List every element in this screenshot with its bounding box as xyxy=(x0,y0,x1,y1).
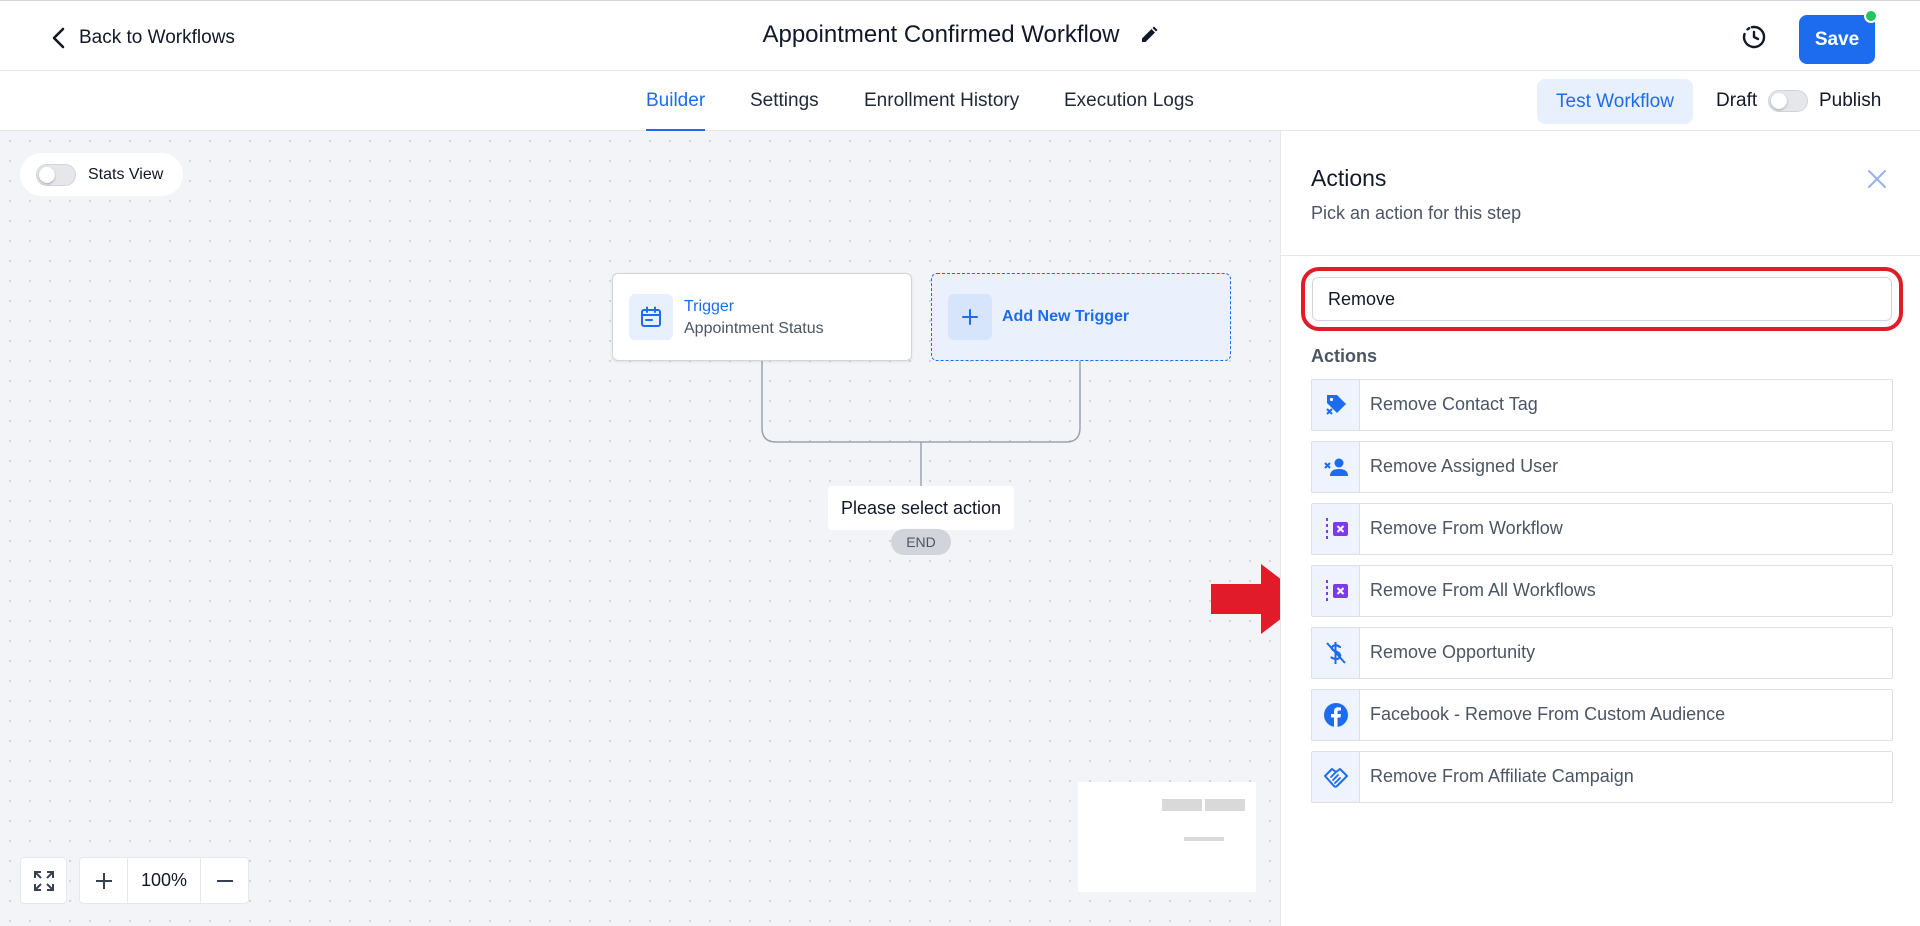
select-action-placeholder[interactable]: Please select action xyxy=(828,486,1014,530)
workflow-title-container: Appointment Confirmed Workflow xyxy=(0,21,1920,49)
actions-section-label: Actions xyxy=(1311,346,1378,366)
action-list: Remove Contact Tag Remove Assigned User xyxy=(1311,379,1893,813)
action-remove-opportunity[interactable]: Remove Opportunity xyxy=(1311,627,1893,679)
fit-view-button[interactable] xyxy=(20,857,67,904)
plus-icon xyxy=(948,294,992,340)
action-label: Remove Opportunity xyxy=(1370,642,1536,662)
publish-label: Publish xyxy=(1819,90,1882,111)
action-search-input[interactable] xyxy=(1312,277,1892,321)
trigger-node[interactable]: Trigger Appointment Status xyxy=(612,273,912,361)
trigger-subtitle: Appointment Status xyxy=(684,320,824,337)
panel-subtitle: Pick an action for this step xyxy=(1311,203,1522,223)
add-new-trigger-node[interactable]: Add New Trigger xyxy=(931,273,1231,361)
actions-panel: Actions Pick an action for this step Act… xyxy=(1280,131,1920,926)
minimap-node xyxy=(1205,799,1245,811)
top-bar: Back to Workflows Appointment Confirmed … xyxy=(0,0,1920,71)
action-remove-from-all-workflows[interactable]: Remove From All Workflows xyxy=(1311,565,1893,617)
unsaved-status-dot xyxy=(1864,9,1878,23)
tab-execution-logs[interactable]: Execution Logs xyxy=(1064,71,1194,131)
trigger-title: Trigger xyxy=(684,298,735,315)
action-remove-from-workflow[interactable]: Remove From Workflow xyxy=(1311,503,1893,555)
action-remove-from-affiliate-campaign[interactable]: Remove From Affiliate Campaign xyxy=(1311,751,1893,803)
pencil-icon[interactable] xyxy=(1140,26,1158,44)
draft-label: Draft xyxy=(1716,90,1758,111)
test-workflow-button[interactable]: Test Workflow xyxy=(1537,79,1693,124)
panel-title: Actions xyxy=(1311,165,1387,191)
close-icon[interactable] xyxy=(1865,167,1889,191)
tab-enrollment-history[interactable]: Enrollment History xyxy=(864,71,1019,131)
panel-divider xyxy=(1281,255,1920,256)
zoom-out-button[interactable] xyxy=(201,858,248,903)
handshake-icon xyxy=(1312,752,1360,802)
dollar-off-icon xyxy=(1312,628,1360,678)
action-label: Remove Contact Tag xyxy=(1370,394,1538,414)
save-button[interactable]: Save xyxy=(1799,15,1875,64)
end-marker: END xyxy=(891,529,951,555)
tag-remove-icon xyxy=(1312,380,1360,430)
action-label: Remove From Workflow xyxy=(1370,518,1563,538)
zoom-in-button[interactable] xyxy=(80,858,127,903)
action-remove-assigned-user[interactable]: Remove Assigned User xyxy=(1311,441,1893,493)
minimap-node xyxy=(1184,837,1224,841)
tab-builder[interactable]: Builder xyxy=(646,71,706,131)
action-label: Remove From Affiliate Campaign xyxy=(1370,766,1634,786)
search-highlight xyxy=(1301,267,1903,331)
workflow-remove-icon xyxy=(1312,504,1360,554)
workflow-canvas[interactable]: Stats View Trigger Appointment Status Ad… xyxy=(0,131,1280,926)
workflow-remove-all-icon xyxy=(1312,566,1360,616)
action-label: Remove Assigned User xyxy=(1370,456,1559,476)
zoom-level: 100% xyxy=(127,858,201,903)
tab-settings[interactable]: Settings xyxy=(750,71,819,131)
action-facebook-remove-custom-audience[interactable]: Facebook - Remove From Custom Audience xyxy=(1311,689,1893,741)
plus-icon xyxy=(95,872,112,889)
expand-icon xyxy=(33,870,54,891)
history-icon[interactable] xyxy=(1740,23,1768,51)
action-label: Facebook - Remove From Custom Audience xyxy=(1370,704,1726,724)
action-label: Remove From All Workflows xyxy=(1370,580,1596,600)
calendar-icon xyxy=(629,294,673,340)
zoom-controls: 100% xyxy=(79,857,249,904)
publish-toggle[interactable] xyxy=(1768,90,1808,112)
add-new-trigger-label: Add New Trigger xyxy=(1002,308,1130,325)
minimap[interactable] xyxy=(1078,782,1256,892)
facebook-icon xyxy=(1312,690,1360,740)
workflow-title: Appointment Confirmed Workflow xyxy=(762,21,1120,48)
action-remove-contact-tag[interactable]: Remove Contact Tag xyxy=(1311,379,1893,431)
minus-icon xyxy=(216,879,233,882)
tabs-bar: Builder Settings Enrollment History Exec… xyxy=(0,71,1920,131)
user-remove-icon xyxy=(1312,442,1360,492)
minimap-node xyxy=(1162,799,1202,811)
